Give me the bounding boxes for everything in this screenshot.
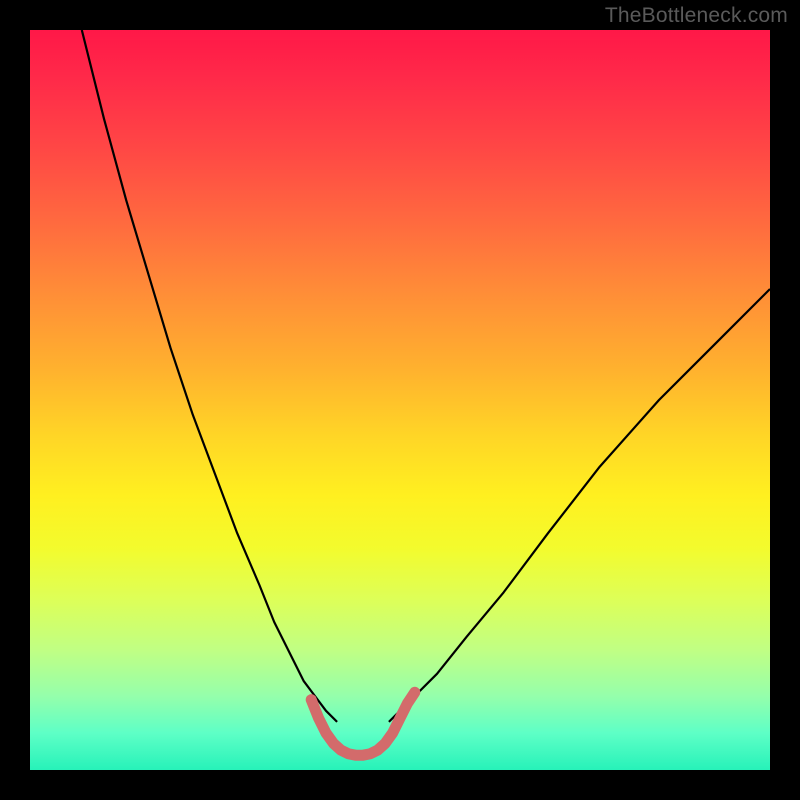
curves-svg — [30, 30, 770, 770]
optimal-band-path — [311, 692, 415, 755]
curve-right-path — [389, 289, 770, 722]
watermark-text: TheBottleneck.com — [605, 4, 788, 28]
curve-left-path — [82, 30, 337, 722]
chart-frame: TheBottleneck.com — [0, 0, 800, 800]
plot-area — [30, 30, 770, 770]
